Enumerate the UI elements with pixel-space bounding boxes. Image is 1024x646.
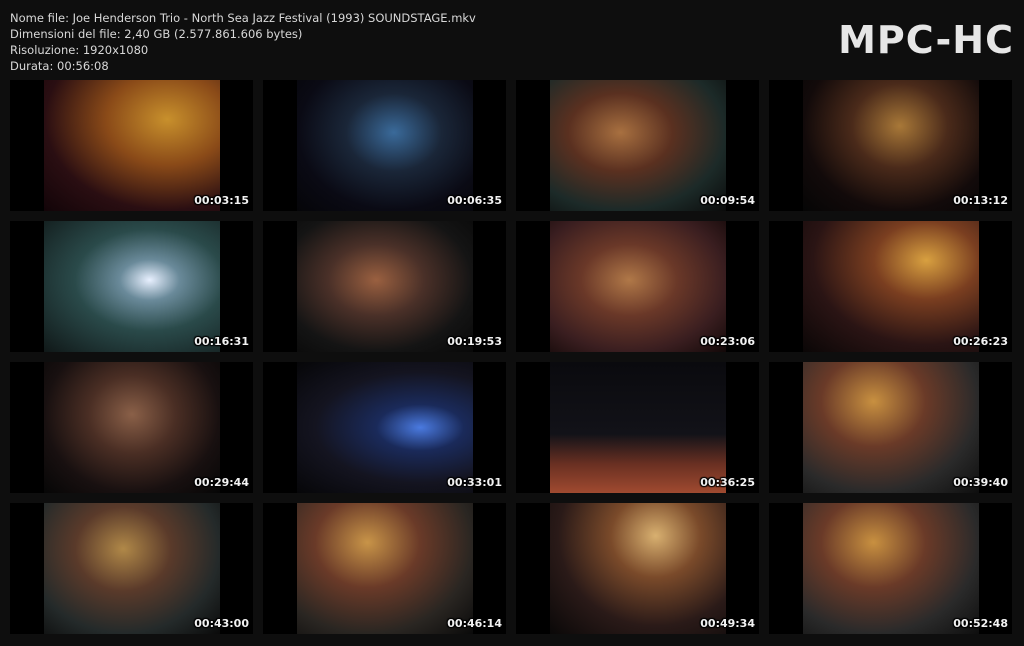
video-thumbnail[interactable]: 00:39:40 (769, 362, 1012, 493)
video-thumbnail[interactable]: 00:06:35 (263, 80, 506, 211)
resolution: Risoluzione: 1920x1080 (10, 43, 149, 57)
thumbnail-image (44, 503, 220, 634)
video-thumbnail[interactable]: 00:19:53 (263, 221, 506, 352)
thumbnail-image (550, 221, 726, 352)
thumbnail-image (297, 503, 473, 634)
thumbnail-timestamp: 00:49:34 (700, 617, 755, 630)
thumbnail-timestamp: 00:23:06 (700, 335, 755, 348)
video-thumbnail[interactable]: 00:09:54 (516, 80, 759, 211)
thumbnail-image (44, 362, 220, 493)
thumbnail-timestamp: 00:16:31 (194, 335, 249, 348)
video-thumbnail[interactable]: 00:36:25 (516, 362, 759, 493)
video-thumbnail[interactable]: 00:43:00 (10, 503, 253, 634)
thumbnail-image (44, 80, 220, 211)
thumbnail-image (44, 221, 220, 352)
video-thumbnail[interactable]: 00:16:31 (10, 221, 253, 352)
thumbnail-timestamp: 00:39:40 (953, 476, 1008, 489)
thumbnail-timestamp: 00:46:14 (447, 617, 502, 630)
video-thumbnail[interactable]: 00:26:23 (769, 221, 1012, 352)
video-thumbnail[interactable]: 00:52:48 (769, 503, 1012, 634)
thumbnail-image (297, 362, 473, 493)
mpc-hc-logo: MPC-HC (838, 18, 1014, 62)
file-name: Nome file: Joe Henderson Trio - North Se… (10, 11, 476, 25)
thumbnail-timestamp: 00:03:15 (194, 194, 249, 207)
thumbnail-timestamp: 00:43:00 (194, 617, 249, 630)
thumbnail-timestamp: 00:19:53 (447, 335, 502, 348)
video-thumbnail[interactable]: 00:03:15 (10, 80, 253, 211)
file-size: Dimensioni del file: 2,40 GB (2.577.861.… (10, 27, 303, 41)
thumbnail-image (803, 80, 979, 211)
thumbnail-timestamp: 00:36:25 (700, 476, 755, 489)
video-thumbnail[interactable]: 00:29:44 (10, 362, 253, 493)
duration: Durata: 00:56:08 (10, 59, 109, 73)
thumbnail-image (550, 503, 726, 634)
video-thumbnail[interactable]: 00:13:12 (769, 80, 1012, 211)
video-thumbnail[interactable]: 00:46:14 (263, 503, 506, 634)
file-info-panel: Nome file: Joe Henderson Trio - North Se… (10, 10, 476, 74)
thumbnail-image (297, 80, 473, 211)
thumbnail-timestamp: 00:52:48 (953, 617, 1008, 630)
video-thumbnail[interactable]: 00:33:01 (263, 362, 506, 493)
thumbnail-image (803, 503, 979, 634)
video-thumbnail[interactable]: 00:23:06 (516, 221, 759, 352)
video-thumbnail[interactable]: 00:49:34 (516, 503, 759, 634)
thumbnail-image (550, 362, 726, 493)
thumbnail-timestamp: 00:33:01 (447, 476, 502, 489)
thumbnail-timestamp: 00:26:23 (953, 335, 1008, 348)
thumbnail-timestamp: 00:13:12 (953, 194, 1008, 207)
thumbnail-timestamp: 00:06:35 (447, 194, 502, 207)
thumbnail-image (803, 221, 979, 352)
thumbnail-image (550, 80, 726, 211)
thumbnail-image (297, 221, 473, 352)
thumbnail-timestamp: 00:09:54 (700, 194, 755, 207)
thumbnail-timestamp: 00:29:44 (194, 476, 249, 489)
thumbnail-image (803, 362, 979, 493)
